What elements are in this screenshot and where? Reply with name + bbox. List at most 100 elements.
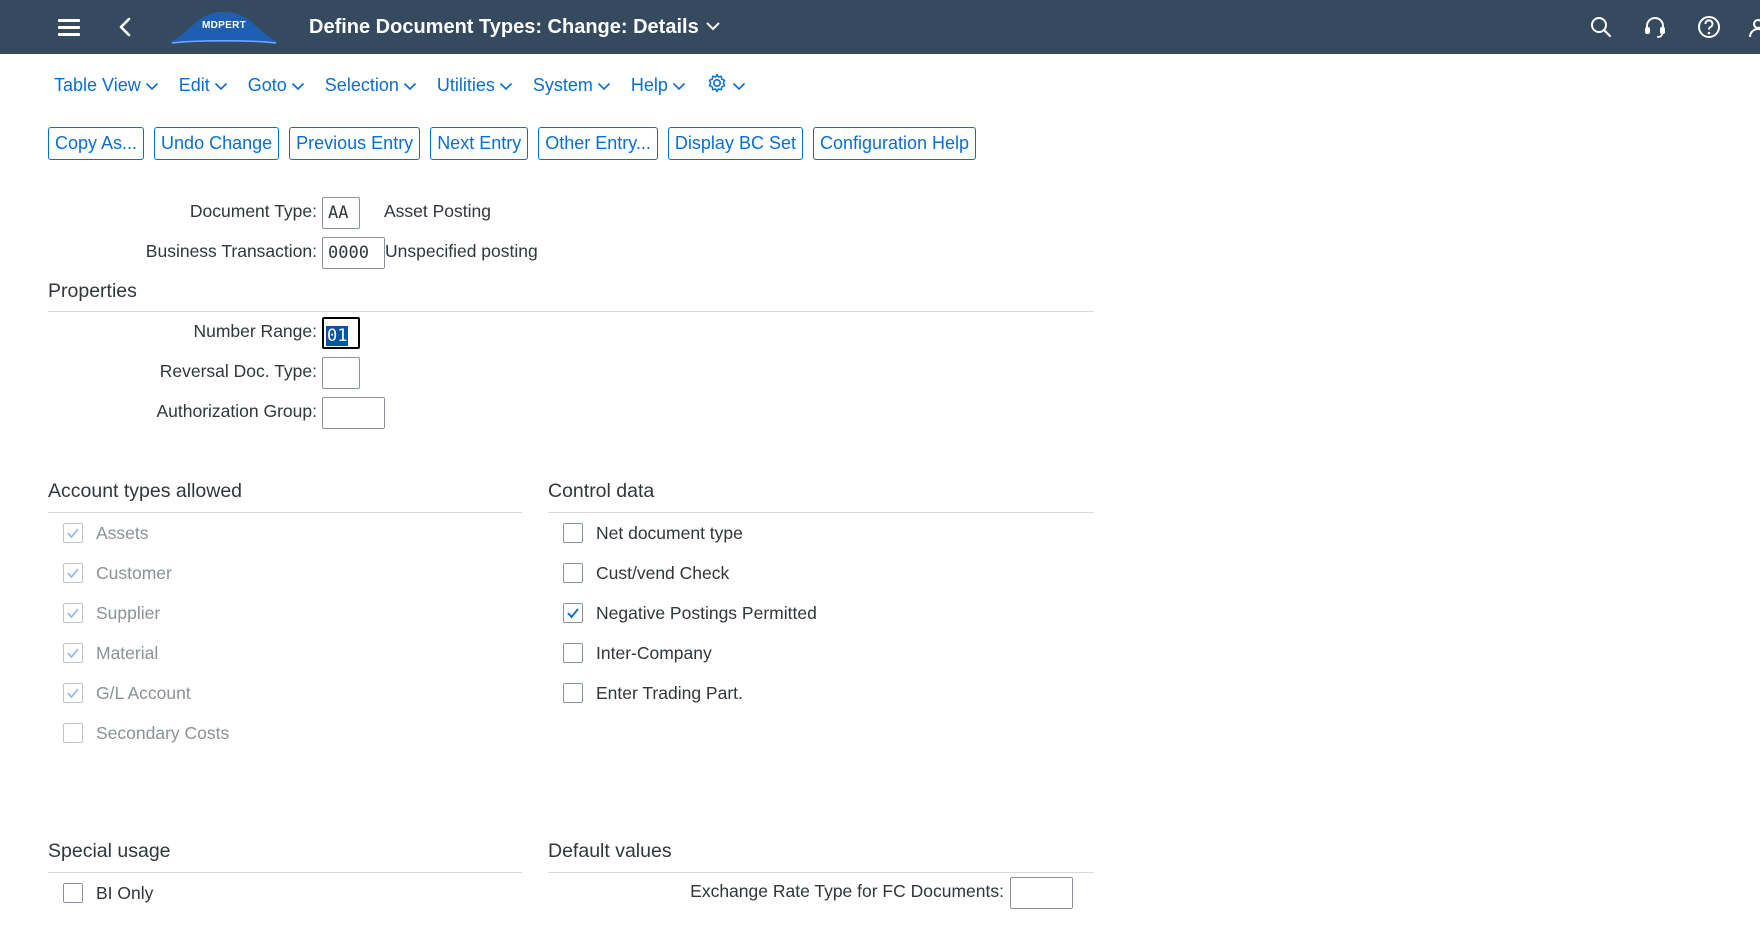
checkbox-label: Material xyxy=(96,642,159,663)
menu-label: System xyxy=(532,74,593,95)
chevron-down-icon xyxy=(145,75,159,96)
checkbox[interactable] xyxy=(563,603,583,623)
properties-title: Properties xyxy=(48,280,137,302)
number-range-field[interactable]: 01 xyxy=(322,317,360,349)
authorization-group-label: Authorization Group: xyxy=(156,401,317,421)
checkbox-label: Supplier xyxy=(96,602,161,623)
special-usage-title: Special usage xyxy=(48,840,171,862)
copy-as-button[interactable]: Copy As... xyxy=(48,127,145,160)
menu-edit[interactable]: Edit xyxy=(179,75,228,96)
display-bc-set-button[interactable]: Display BC Set xyxy=(667,127,803,160)
default-values-divider xyxy=(548,872,1093,873)
authorization-group-field[interactable] xyxy=(322,397,385,429)
checkbox-label: Enter Trading Part. xyxy=(596,682,743,703)
checkbox xyxy=(63,643,83,663)
shell-bar: MDPERT Define Document Types: Change: De… xyxy=(0,0,1760,54)
checkbox-label: G/L Account xyxy=(96,682,191,703)
checkbox xyxy=(63,723,83,743)
account-types-title: Account types allowed xyxy=(48,480,243,502)
checkbox[interactable] xyxy=(563,683,583,703)
chevron-down-icon xyxy=(214,75,228,96)
business-transaction-description: Unspecified posting xyxy=(385,241,538,261)
checkbox-enter-trading-part[interactable]: Enter Trading Part. xyxy=(563,681,743,705)
checkbox-supplier: Supplier xyxy=(63,601,160,625)
reversal-doc-type-label: Reversal Doc. Type: xyxy=(159,361,317,381)
checkbox-secondary-costs: Secondary Costs xyxy=(63,721,229,745)
menu-help[interactable]: Help xyxy=(631,75,686,96)
chevron-down-icon xyxy=(499,75,513,96)
menu-label: Table View xyxy=(54,74,141,95)
search-icon[interactable] xyxy=(1588,14,1614,40)
checkbox-customer: Customer xyxy=(63,561,172,585)
checkbox-cust-vend-check[interactable]: Cust/vend Check xyxy=(563,561,729,585)
headset-icon[interactable] xyxy=(1642,14,1668,40)
document-type-description: Asset Posting xyxy=(384,201,491,221)
menu-label: Edit xyxy=(178,74,210,95)
checkbox-bi-only[interactable]: BI Only xyxy=(63,881,153,905)
checkbox[interactable] xyxy=(63,883,83,903)
menu-label: Help xyxy=(630,74,668,95)
control-data-title: Control data xyxy=(548,480,655,502)
exchange-rate-type-label: Exchange Rate Type for FC Documents: xyxy=(690,881,1004,901)
menu-system[interactable]: System xyxy=(533,75,611,96)
menu-bar: Table View Edit Goto Selection Utilities… xyxy=(54,72,766,98)
reversal-doc-type-field[interactable] xyxy=(322,357,360,389)
undo-change-button[interactable]: Undo Change xyxy=(154,127,280,160)
checkbox-gl-account: G/L Account xyxy=(63,681,191,705)
logo-text: MDPERT xyxy=(201,20,247,31)
checkbox-inter-company[interactable]: Inter-Company xyxy=(563,641,712,665)
checkbox-material: Material xyxy=(63,641,158,665)
business-transaction-label: Business Transaction: xyxy=(145,241,317,261)
page-title[interactable]: Define Document Types: Change: Details xyxy=(309,14,721,39)
business-transaction-field[interactable]: 0000 xyxy=(322,237,385,269)
checkbox[interactable] xyxy=(563,523,583,543)
menu-label: Selection xyxy=(324,74,399,95)
checkbox[interactable] xyxy=(563,643,583,663)
other-entry-button[interactable]: Other Entry... xyxy=(538,127,658,160)
menu-table-view[interactable]: Table View xyxy=(54,75,159,96)
checkbox-label: Customer xyxy=(96,562,172,583)
chevron-down-icon xyxy=(403,75,417,96)
checkbox-assets: Assets xyxy=(63,521,149,545)
number-range-label: Number Range: xyxy=(193,321,317,341)
toolbar: Copy As... Undo Change Previous Entry Ne… xyxy=(48,127,986,160)
checkbox-label: Secondary Costs xyxy=(96,722,230,743)
checkbox-label: Assets xyxy=(96,522,149,543)
checkbox-negative-postings[interactable]: Negative Postings Permitted xyxy=(563,601,817,625)
checkbox-label: Cust/vend Check xyxy=(596,562,730,583)
checkbox-label: BI Only xyxy=(96,882,154,903)
chevron-down-icon xyxy=(732,75,746,96)
checkbox xyxy=(63,603,83,623)
menu-icon[interactable] xyxy=(58,17,82,37)
checkbox-label: Net document type xyxy=(596,522,743,543)
number-range-value: 01 xyxy=(324,325,350,347)
properties-divider xyxy=(48,311,1093,312)
chevron-down-icon xyxy=(672,75,686,96)
menu-label: Goto xyxy=(247,74,287,95)
exchange-rate-type-field[interactable] xyxy=(1010,877,1073,909)
checkbox xyxy=(63,523,83,543)
default-values-title: Default values xyxy=(548,840,672,862)
menu-selection[interactable]: Selection xyxy=(325,75,417,96)
help-icon[interactable] xyxy=(1696,14,1722,40)
menu-goto[interactable]: Goto xyxy=(248,75,305,96)
menu-label: Utilities xyxy=(436,74,495,95)
checkbox[interactable] xyxy=(563,563,583,583)
control-data-divider xyxy=(548,512,1093,513)
menu-utilities[interactable]: Utilities xyxy=(437,75,513,96)
checkbox xyxy=(63,683,83,703)
gear-icon xyxy=(706,72,728,99)
chevron-down-icon xyxy=(705,14,721,37)
account-types-divider xyxy=(48,512,522,513)
previous-entry-button[interactable]: Previous Entry xyxy=(289,127,421,160)
chevron-down-icon xyxy=(597,75,611,96)
menu-settings[interactable] xyxy=(706,72,746,99)
document-type-field[interactable]: AA xyxy=(322,197,360,229)
company-logo[interactable]: MDPERT xyxy=(168,8,280,46)
next-entry-button[interactable]: Next Entry xyxy=(430,127,529,160)
back-icon[interactable] xyxy=(115,13,137,41)
user-icon[interactable] xyxy=(1748,17,1760,39)
page-title-text: Define Document Types: Change: Details xyxy=(309,16,699,38)
checkbox-net-document-type[interactable]: Net document type xyxy=(563,521,743,545)
configuration-help-button[interactable]: Configuration Help xyxy=(812,127,977,160)
